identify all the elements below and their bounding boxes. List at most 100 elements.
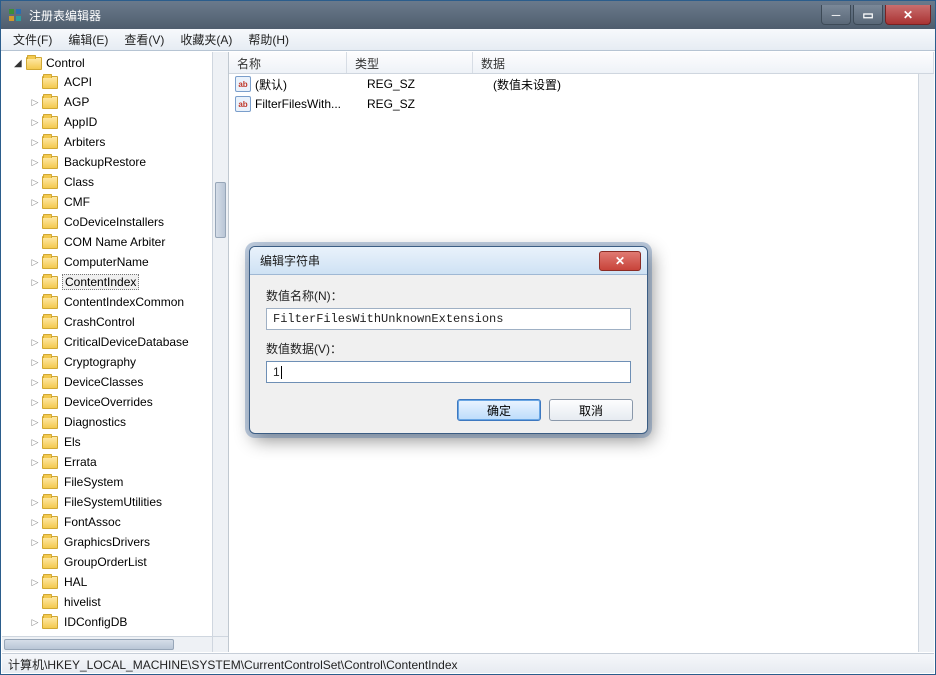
tree-item-cmf[interactable]: ▷CMF: [4, 192, 212, 212]
values-list[interactable]: ab(默认)REG_SZ(数值未设置)abFilterFilesWith...R…: [229, 74, 934, 114]
tree-item-label: hivelist: [62, 595, 103, 609]
tree-item-hal[interactable]: ▷HAL: [4, 572, 212, 592]
folder-icon: [42, 476, 58, 489]
tree-item-hivelist[interactable]: ▷hivelist: [4, 592, 212, 612]
menu-favorites[interactable]: 收藏夹(A): [172, 29, 240, 50]
col-data[interactable]: 数据: [473, 52, 934, 73]
vscroll-thumb[interactable]: [215, 182, 226, 238]
folder-icon: [42, 76, 58, 89]
expand-icon[interactable]: ▷: [28, 377, 42, 388]
cancel-button[interactable]: 取消: [549, 399, 633, 421]
dialog-titlebar[interactable]: 编辑字符串 ✕: [250, 247, 647, 275]
close-button[interactable]: ✕: [885, 5, 931, 25]
col-name[interactable]: 名称: [229, 52, 347, 73]
folder-icon: [42, 396, 58, 409]
tree-item-label: GraphicsDrivers: [62, 535, 152, 549]
tree-item-agp[interactable]: ▷AGP: [4, 92, 212, 112]
expand-icon[interactable]: ▷: [28, 497, 42, 508]
folder-icon: [42, 576, 58, 589]
tree-item-crashcontrol[interactable]: ▷CrashControl: [4, 312, 212, 332]
tree-item-filesystemutilities[interactable]: ▷FileSystemUtilities: [4, 492, 212, 512]
minimize-button[interactable]: ─: [821, 5, 851, 25]
tree-vscrollbar[interactable]: [212, 52, 228, 636]
tree-item-deviceoverrides[interactable]: ▷DeviceOverrides: [4, 392, 212, 412]
expand-icon[interactable]: ▷: [28, 197, 42, 208]
tree-item-arbiters[interactable]: ▷ Arbiters: [4, 132, 212, 152]
edit-string-dialog: 编辑字符串 ✕ 数值名称(N)： FilterFilesWithUnknownE…: [249, 246, 648, 434]
menu-view[interactable]: 查看(V): [116, 29, 172, 50]
folder-icon: [42, 96, 58, 109]
folder-icon: [42, 456, 58, 469]
expand-icon[interactable]: ▷: [28, 97, 42, 108]
tree-item-graphicsdrivers[interactable]: ▷ GraphicsDrivers: [4, 532, 212, 552]
tree-item-label: Arbiters: [62, 135, 107, 149]
expand-icon[interactable]: ▷: [28, 457, 42, 468]
expand-icon[interactable]: ▷: [28, 177, 42, 188]
tree-item-acpi[interactable]: ▷ACPI: [4, 72, 212, 92]
tree-item-errata[interactable]: ▷Errata: [4, 452, 212, 472]
expand-icon[interactable]: ▷: [28, 617, 42, 628]
menu-help[interactable]: 帮助(H): [240, 29, 297, 50]
folder-icon: [42, 416, 58, 429]
window-title: 注册表编辑器: [29, 7, 819, 24]
expand-icon[interactable]: ▷: [28, 277, 42, 288]
value-row[interactable]: ab(默认)REG_SZ(数值未设置): [229, 74, 934, 94]
menu-edit[interactable]: 编辑(E): [60, 29, 116, 50]
tree-item-contentindex[interactable]: ▷ContentIndex: [4, 272, 212, 292]
tree-item-appid[interactable]: ▷AppID: [4, 112, 212, 132]
value-data-input[interactable]: 1: [266, 361, 631, 383]
expand-icon[interactable]: ▷: [28, 157, 42, 168]
expand-icon[interactable]: ▷: [28, 437, 42, 448]
tree-item-criticaldevicedatabase[interactable]: ▷CriticalDeviceDatabase: [4, 332, 212, 352]
value-type: REG_SZ: [367, 77, 493, 91]
expand-icon[interactable]: ▷: [28, 137, 42, 148]
folder-icon: [42, 156, 58, 169]
value-data-label: 数值数据(V)：: [266, 340, 631, 357]
tree-item-label: COM Name Arbiter: [62, 235, 167, 249]
value-row[interactable]: abFilterFilesWith...REG_SZ: [229, 94, 934, 114]
tree-item-label: ContentIndexCommon: [62, 295, 186, 309]
tree-item-idconfigdb[interactable]: ▷ IDConfigDB: [4, 612, 212, 632]
col-type[interactable]: 类型: [347, 52, 473, 73]
maximize-button[interactable]: ▭: [853, 5, 883, 25]
expand-icon[interactable]: ▷: [28, 537, 42, 548]
dialog-buttons: 确定 取消: [250, 391, 647, 433]
tree-item-label: IDConfigDB: [62, 615, 129, 629]
folder-icon: [42, 136, 58, 149]
expand-icon[interactable]: ▷: [28, 337, 42, 348]
tree-item-diagnostics[interactable]: ▷Diagnostics: [4, 412, 212, 432]
tree-item-com-name-arbiter[interactable]: ▷COM Name Arbiter: [4, 232, 212, 252]
expand-icon[interactable]: ▷: [28, 417, 42, 428]
collapse-icon[interactable]: ◢: [14, 58, 26, 69]
folder-icon: [26, 57, 42, 70]
value-name: (默认): [255, 76, 367, 93]
tree-item-grouporderlist[interactable]: ▷GroupOrderList: [4, 552, 212, 572]
tree-item-codeviceinstallers[interactable]: ▷CoDeviceInstallers: [4, 212, 212, 232]
expand-icon[interactable]: ▷: [28, 357, 42, 368]
titlebar[interactable]: 注册表编辑器 ─ ▭ ✕: [1, 1, 935, 29]
hscroll-thumb[interactable]: [4, 639, 174, 650]
tree-item-label: CrashControl: [62, 315, 137, 329]
expand-icon[interactable]: ▷: [28, 117, 42, 128]
expand-icon[interactable]: ▷: [28, 517, 42, 528]
expand-icon[interactable]: ▷: [28, 397, 42, 408]
tree-item-deviceclasses[interactable]: ▷DeviceClasses: [4, 372, 212, 392]
registry-tree[interactable]: ◢ Control ▷ACPI▷AGP▷AppID▷Arbiters▷Backu…: [2, 52, 212, 634]
dialog-close-button[interactable]: ✕: [599, 251, 641, 271]
expand-icon[interactable]: ▷: [28, 577, 42, 588]
tree-item-cryptography[interactable]: ▷Cryptography: [4, 352, 212, 372]
tree-item-filesystem[interactable]: ▷FileSystem: [4, 472, 212, 492]
ok-button[interactable]: 确定: [457, 399, 541, 421]
tree-item-backuprestore[interactable]: ▷BackupRestore: [4, 152, 212, 172]
expand-icon[interactable]: ▷: [28, 257, 42, 268]
tree-item-els[interactable]: ▷Els: [4, 432, 212, 452]
tree-hscrollbar[interactable]: [2, 636, 212, 652]
menu-file[interactable]: 文件(F): [5, 29, 60, 50]
values-vscrollbar[interactable]: [918, 74, 934, 652]
tree-item-class[interactable]: ▷Class: [4, 172, 212, 192]
tree-item-computername[interactable]: ▷ComputerName: [4, 252, 212, 272]
tree-root[interactable]: ◢ Control: [4, 54, 212, 72]
text-caret: [281, 366, 282, 379]
tree-item-fontassoc[interactable]: ▷FontAssoc: [4, 512, 212, 532]
tree-item-contentindexcommon[interactable]: ▷ContentIndexCommon: [4, 292, 212, 312]
